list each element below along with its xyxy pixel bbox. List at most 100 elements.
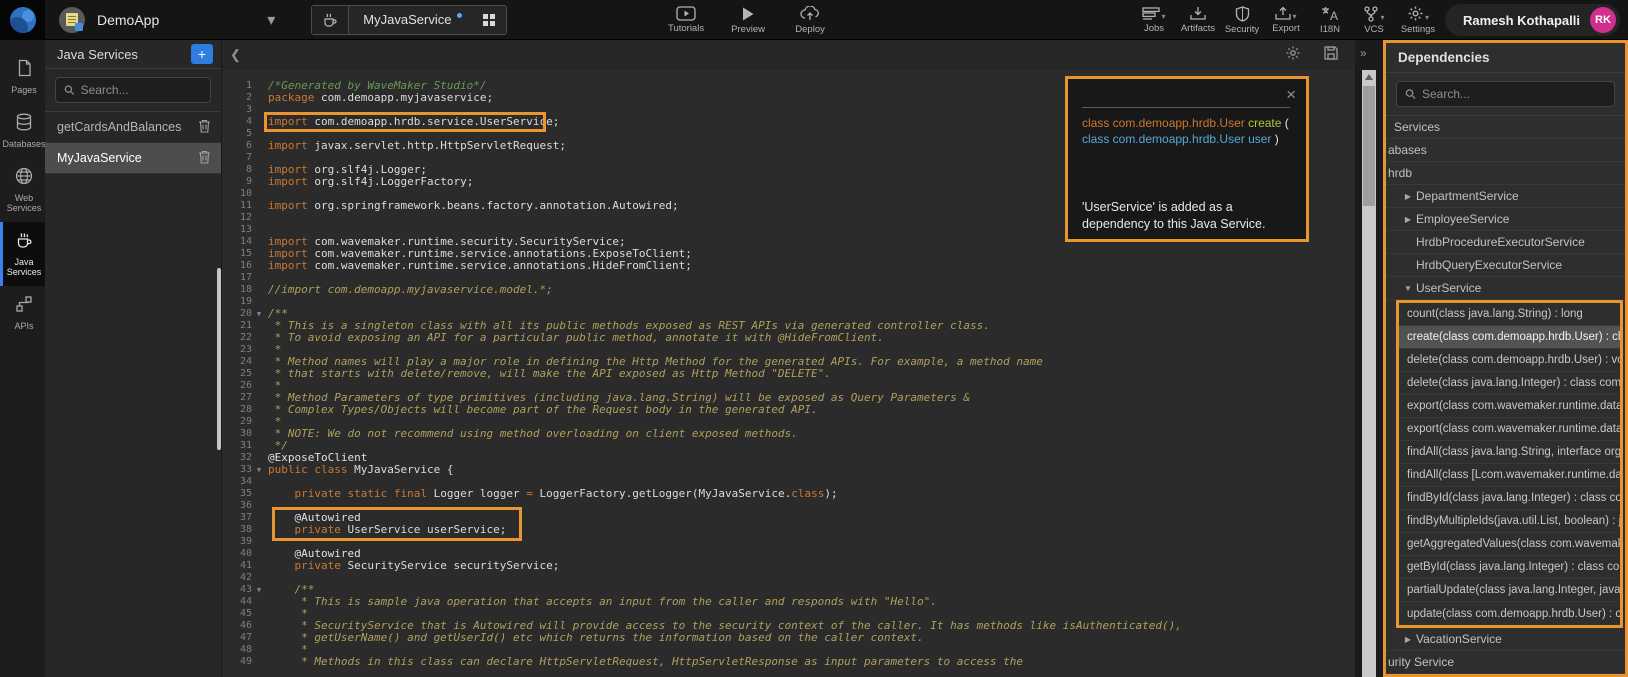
method-list-item[interactable]: partialUpdate(class java.lang.Integer, j… [1399, 579, 1620, 602]
expand-right-panel-icon[interactable]: » [1360, 46, 1367, 60]
add-service-button[interactable]: + [191, 44, 213, 64]
dependencies-search-box[interactable] [1396, 81, 1615, 107]
dependencies-search-input[interactable] [1422, 87, 1606, 101]
collapse-left-panel-icon[interactable]: ❮ [224, 45, 247, 65]
i18n-button[interactable]: AI18N [1312, 6, 1348, 35]
dependency-tree-item[interactable]: urity Service [1386, 651, 1625, 674]
tab-title[interactable]: MyJavaService [349, 6, 457, 34]
grid-view-icon[interactable] [472, 6, 506, 34]
fold-gutter [252, 152, 266, 164]
code-line[interactable]: 36 [222, 500, 1355, 512]
sidebar-item-apis[interactable]: APIs [0, 286, 45, 340]
chevron-right-icon[interactable]: ▶ [1400, 635, 1416, 644]
vcs-button[interactable]: ▾VCS [1356, 6, 1392, 35]
service-list-item[interactable]: getCardsAndBalances [45, 112, 221, 143]
deploy-button[interactable]: Deploy [792, 0, 828, 40]
fold-arrow-icon[interactable]: ▼ [252, 464, 266, 476]
method-list-item[interactable]: create(class com.demoapp.hrdb.User) : cl… [1399, 326, 1620, 349]
sidebar-item-databases[interactable]: Databases [0, 104, 45, 158]
dependency-tree-item[interactable]: hrdb [1386, 162, 1625, 185]
line-number: 39 [222, 536, 252, 548]
project-switcher[interactable]: DemoApp ▾ [45, 0, 289, 40]
close-icon[interactable]: × [1286, 85, 1296, 105]
dependency-tree-item[interactable]: HrdbQueryExecutorService [1386, 254, 1625, 277]
tutorials-button[interactable]: Tutorials [668, 0, 704, 40]
export-button[interactable]: ▾Export [1268, 6, 1304, 34]
code-line[interactable]: 47 * getUserName() and getUserId() etc w… [222, 632, 1355, 644]
security-button[interactable]: Security [1224, 6, 1260, 35]
code-line[interactable]: 25 * that starts with delete/remove, wil… [222, 368, 1355, 380]
method-list-item[interactable]: findAll(class java.lang.String, interfac… [1399, 441, 1620, 464]
services-search-box[interactable] [55, 77, 211, 103]
method-list-item[interactable]: getAggregatedValues(class com.wavemak [1399, 533, 1620, 556]
chevron-right-icon[interactable]: ▶ [1400, 192, 1416, 201]
service-name: MyJavaService [57, 151, 198, 165]
jobs-button[interactable]: ▾Jobs [1136, 7, 1172, 34]
method-list-item[interactable]: export(class com.wavemaker.runtime.data [1399, 395, 1620, 418]
chevron-down-icon[interactable]: ▼ [1400, 284, 1416, 293]
chevron-down-icon: ▾ [1292, 13, 1296, 21]
user-menu[interactable]: Ramesh Kothapalli RK [1445, 4, 1620, 36]
code-line[interactable]: 28 * Complex Types/Objects will become p… [222, 404, 1355, 416]
open-file-tab[interactable]: MyJavaService [311, 5, 507, 35]
chevron-down-icon[interactable]: ▾ [267, 10, 275, 30]
dependency-tree-item[interactable]: ▶VacationService [1386, 628, 1625, 651]
code-line[interactable]: 16import com.wavemaker.runtime.service.a… [222, 260, 1355, 272]
code-line[interactable]: 22 * To avoid exposing an API for a part… [222, 332, 1355, 344]
save-icon[interactable] [1323, 45, 1339, 66]
scrollbar-up-arrow[interactable] [1365, 74, 1373, 80]
trash-icon[interactable] [198, 119, 211, 136]
fold-arrow-icon[interactable]: ▼ [252, 584, 266, 596]
code-line[interactable]: 38 private UserService userService; [222, 524, 1355, 536]
code-line[interactable]: 42 [222, 572, 1355, 584]
services-search-input[interactable] [81, 83, 202, 97]
wavemaker-logo[interactable] [0, 0, 45, 40]
dependency-tree-item[interactable]: ▼UserService [1386, 277, 1625, 300]
editor-settings-gear-icon[interactable] [1285, 45, 1301, 66]
code-line[interactable]: 31 */ [222, 440, 1355, 452]
code-line[interactable]: 33▼public class MyJavaService { [222, 464, 1355, 476]
dependency-tree-item[interactable]: ▶DepartmentService [1386, 185, 1625, 208]
method-list-item[interactable]: delete(class com.demoapp.hrdb.User) : vo [1399, 349, 1620, 372]
method-signature: class com.demoapp.hrdb.User create ( cla… [1082, 115, 1296, 147]
code-line[interactable]: 35 private static final Logger logger = … [222, 488, 1355, 500]
sidebar-item-pages[interactable]: Pages [0, 50, 45, 104]
sidebar-item-web-services[interactable]: Web Services [0, 158, 45, 222]
preview-button[interactable]: Preview [730, 0, 766, 40]
dependency-tree-item[interactable]: abases [1386, 139, 1625, 162]
fold-arrow-icon[interactable]: ▼ [252, 308, 266, 320]
tree-item-label: hrdb [1388, 166, 1412, 180]
method-list-item[interactable]: update(class com.demoapp.hrdb.User) : cl [1399, 602, 1620, 625]
method-list-item[interactable]: count(class java.lang.String) : long [1399, 303, 1620, 326]
code-line[interactable]: 18//import com.demoapp.myjavaservice.mod… [222, 284, 1355, 296]
dependency-tree-item[interactable]: Services [1386, 116, 1625, 139]
code-line[interactable]: 39 [222, 536, 1355, 548]
code-text: private static final Logger logger = Log… [266, 488, 838, 500]
trash-icon[interactable] [198, 150, 211, 167]
code-line[interactable]: 49 * Methods in this class can declare H… [222, 656, 1355, 668]
dependencies-panel: Dependencies Servicesabaseshrdb▶Departme… [1383, 40, 1628, 677]
service-list-item[interactable]: MyJavaService [45, 143, 221, 174]
vertical-scrollbar[interactable] [1362, 70, 1376, 677]
method-list-item[interactable]: findByMultipleIds(java.util.List, boolea… [1399, 510, 1620, 533]
dependency-tree-item[interactable]: ▶EmployeeService [1386, 208, 1625, 231]
avatar[interactable]: RK [1590, 7, 1616, 33]
method-list-item[interactable]: getById(class java.lang.Integer) : class… [1399, 556, 1620, 579]
code-line[interactable]: 30 * NOTE: We do not recommend using met… [222, 428, 1355, 440]
method-list-item[interactable]: findById(class java.lang.Integer) : clas… [1399, 487, 1620, 510]
method-list-item[interactable]: export(class com.wavemaker.runtime.data [1399, 418, 1620, 441]
sidebar-item-java-services[interactable]: Java Services [0, 222, 45, 286]
code-line[interactable]: 44 * This is sample java operation that … [222, 596, 1355, 608]
chevron-right-icon[interactable]: ▶ [1400, 215, 1416, 224]
method-list-item[interactable]: delete(class java.lang.Integer) : class … [1399, 372, 1620, 395]
artifacts-button[interactable]: Artifacts [1180, 6, 1216, 34]
dependency-tree-item[interactable]: HrdbProcedureExecutorService [1386, 231, 1625, 254]
code-line[interactable]: 19 [222, 296, 1355, 308]
settings-button[interactable]: ▾Settings [1400, 5, 1436, 35]
method-list-item[interactable]: findAll(class [Lcom.wavemaker.runtime.da [1399, 464, 1620, 487]
code-line[interactable]: 41 private SecurityService securityServi… [222, 560, 1355, 572]
code-text: private UserService userService; [266, 524, 506, 536]
scrollbar-thumb[interactable] [1363, 86, 1375, 206]
fold-gutter [252, 524, 266, 536]
services-scrollbar-thumb[interactable] [217, 268, 221, 450]
